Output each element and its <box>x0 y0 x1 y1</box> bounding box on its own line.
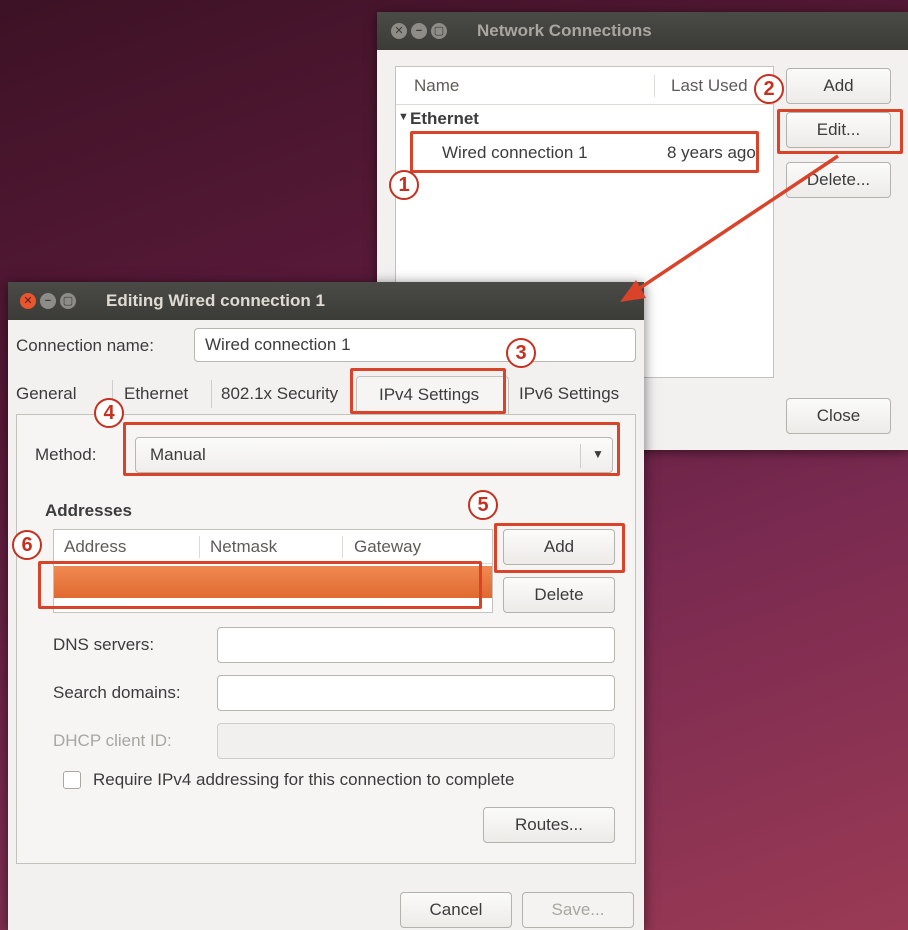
step-number-5: 5 <box>468 490 498 520</box>
arrow-icon <box>620 154 839 302</box>
step-number-1: 1 <box>389 170 419 200</box>
step-number-6: 6 <box>12 530 42 560</box>
step-number-2: 2 <box>754 74 784 104</box>
step-number-3: 3 <box>506 338 536 368</box>
step-number-4: 4 <box>94 398 124 428</box>
